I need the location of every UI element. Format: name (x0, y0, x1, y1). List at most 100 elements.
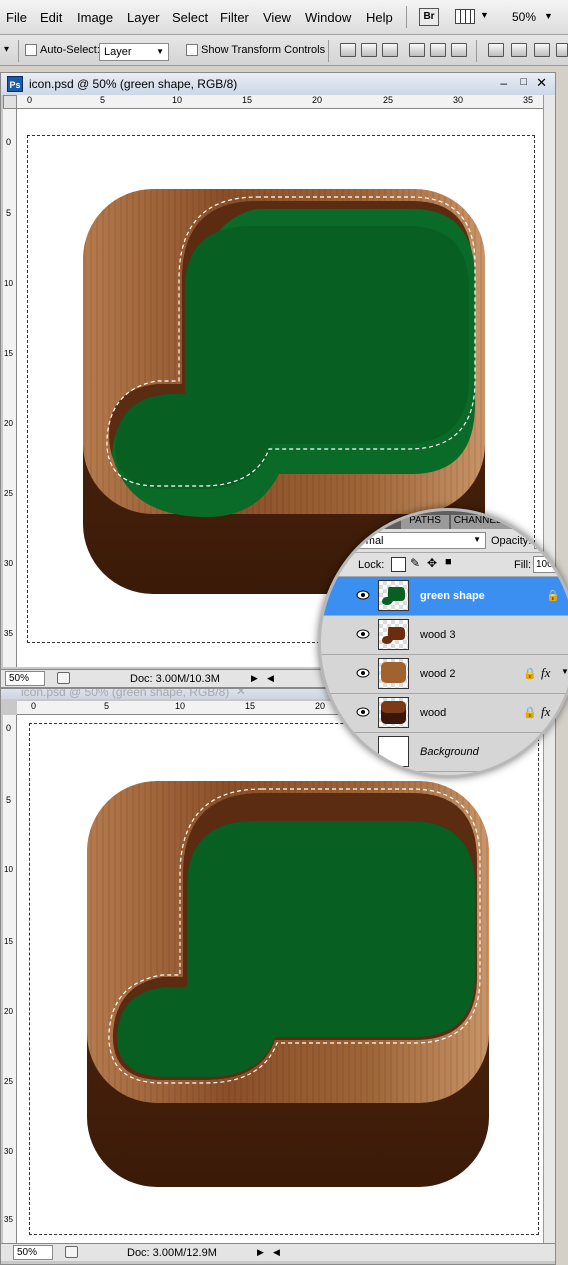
scroll-left-icon[interactable]: ◀ (273, 1247, 280, 1258)
chevron-down-icon[interactable]: ▾ (4, 44, 9, 55)
ruler-tick: 35 (4, 629, 13, 638)
ruler-tick: 20 (4, 1007, 13, 1016)
ruler-tick: 25 (4, 489, 13, 498)
chevron-down-icon[interactable]: ▼ (544, 11, 553, 21)
horizontal-ruler[interactable]: 0 5 10 15 20 25 30 35 (17, 95, 543, 109)
ruler-tick: 0 (31, 701, 37, 711)
fx-icon[interactable]: fx (541, 665, 550, 681)
layers-panel-magnifier: PATHS CHANNELS ormal ▼ Opacity: Lock: ✎ … (318, 508, 568, 778)
play-arrow-icon[interactable]: ▶ (251, 673, 258, 684)
zoom-level[interactable]: 50% (512, 10, 536, 24)
ruler-tick: 10 (4, 865, 13, 874)
panel-tab-strip: PATHS CHANNELS (321, 511, 568, 529)
ruler-tick: 20 (4, 419, 13, 428)
align-bottom-icon[interactable] (382, 43, 398, 57)
layer-row-background[interactable]: Background (321, 733, 568, 772)
menu-help[interactable]: Help (366, 10, 393, 25)
close-icon[interactable]: ✕ (536, 75, 547, 91)
align-right-icon[interactable] (451, 43, 467, 57)
layer-row-wood[interactable]: wood 🔒 fx ▼ (321, 694, 568, 733)
layer-name: green shape (420, 590, 485, 602)
ruler-tick: 0 (6, 137, 12, 147)
ruler-tick: 0 (27, 95, 33, 105)
distribute-top-icon[interactable] (488, 43, 504, 57)
ruler-tick: 35 (523, 95, 534, 105)
menu-view[interactable]: View (263, 10, 291, 25)
bridge-button[interactable]: Br (419, 8, 439, 26)
zoom-input[interactable]: 50% (13, 1245, 53, 1260)
screen-mode-icon[interactable] (455, 9, 475, 24)
minimize-icon[interactable]: – (500, 76, 507, 90)
lock-icon: 🔒 (546, 590, 560, 602)
align-top-icon[interactable] (340, 43, 356, 57)
auto-select-dropdown[interactable]: Layer ▼ (99, 43, 169, 61)
align-hcenter-icon[interactable] (430, 43, 446, 57)
status-menu-icon[interactable] (65, 1246, 78, 1258)
tab-paths[interactable]: PATHS (401, 515, 449, 529)
menu-filter[interactable]: Filter (220, 10, 249, 25)
ruler-tick: 5 (104, 701, 110, 711)
auto-select-checkbox[interactable] (25, 44, 37, 56)
document-title: icon.psd @ 50% (green shape, RGB/8) (29, 77, 238, 91)
vertical-ruler[interactable]: 0 5 10 15 20 25 30 35 (3, 109, 17, 667)
menu-edit[interactable]: Edit (40, 10, 62, 25)
layer-thumbnail (378, 736, 409, 767)
menu-file[interactable]: File (6, 10, 27, 25)
opacity-label: Opacity: (491, 535, 532, 547)
eye-icon[interactable] (356, 667, 370, 679)
menu-window[interactable]: Window (305, 10, 351, 25)
transform-controls-checkbox[interactable] (186, 44, 198, 56)
menu-layer[interactable]: Layer (127, 10, 160, 25)
chevron-down-icon[interactable]: ▼ (480, 10, 489, 20)
menu-select[interactable]: Select (172, 10, 208, 25)
scroll-left-icon[interactable]: ◀ (267, 673, 274, 684)
blend-mode-dropdown[interactable]: ormal ▼ (351, 532, 486, 549)
layer-row-green-shape[interactable]: green shape 🔒 (321, 577, 568, 616)
maximize-icon[interactable]: □ (520, 76, 527, 88)
lock-brush-icon[interactable]: ✎ (410, 556, 420, 570)
layer-row-wood-3[interactable]: wood 3 (321, 616, 568, 655)
ruler-tick: 25 (383, 95, 394, 105)
lock-move-icon[interactable]: ✥ (427, 556, 437, 570)
document-title-bar: Ps icon.psd @ 50% (green shape, RGB/8) –… (1, 73, 555, 95)
align-left-icon[interactable] (409, 43, 425, 57)
layer-thumbnail (378, 697, 409, 728)
options-bar: ▾ Auto-Select: Layer ▼ Show Transform Co… (0, 35, 568, 66)
tab-channels[interactable]: CHANNELS (451, 515, 511, 529)
distribute-bottom-icon[interactable] (534, 43, 550, 57)
fill-input[interactable]: 100% (533, 556, 568, 573)
lock-transparency-icon[interactable] (391, 557, 406, 572)
canvas[interactable] (17, 715, 543, 1243)
play-arrow-icon[interactable]: ▶ (257, 1247, 264, 1258)
menu-bar: File Edit Image Layer Select Filter View… (0, 0, 568, 35)
status-menu-icon[interactable] (57, 672, 70, 684)
opacity-input[interactable] (534, 532, 554, 549)
chevron-down-icon[interactable]: ▼ (561, 667, 568, 676)
chevron-down-icon[interactable]: ▼ (561, 706, 568, 715)
distribute-left-icon[interactable] (556, 43, 568, 57)
close-icon[interactable]: ✕ (236, 689, 246, 698)
document-size: Doc: 3.00M/10.3M (130, 673, 220, 685)
lock-all-icon[interactable]: ■ (445, 556, 452, 568)
align-vcenter-icon[interactable] (361, 43, 377, 57)
ruler-tick: 5 (100, 95, 106, 105)
ruler-tick: 15 (242, 95, 253, 105)
lock-icon: 🔒 (523, 668, 537, 680)
vertical-scrollbar[interactable] (543, 701, 555, 1243)
vertical-ruler[interactable]: 0 5 10 15 20 25 30 35 (3, 715, 17, 1243)
eye-icon[interactable] (356, 628, 370, 640)
menu-image[interactable]: Image (77, 10, 113, 25)
eye-icon[interactable] (356, 706, 370, 718)
ruler-tick: 0 (6, 723, 12, 733)
distribute-vcenter-icon[interactable] (511, 43, 527, 57)
photoshop-icon: Ps (7, 76, 23, 92)
ruler-origin[interactable] (3, 95, 17, 109)
eye-icon[interactable] (356, 589, 370, 601)
chevron-down-icon: ▼ (156, 47, 164, 56)
layer-row-wood-2[interactable]: wood 2 🔒 fx ▼ (321, 655, 568, 694)
layer-name: Background (420, 746, 479, 758)
divider (328, 40, 329, 62)
zoom-input[interactable]: 50% (5, 671, 45, 686)
fill-label: Fill: (514, 559, 532, 571)
fx-icon[interactable]: fx (541, 704, 550, 720)
